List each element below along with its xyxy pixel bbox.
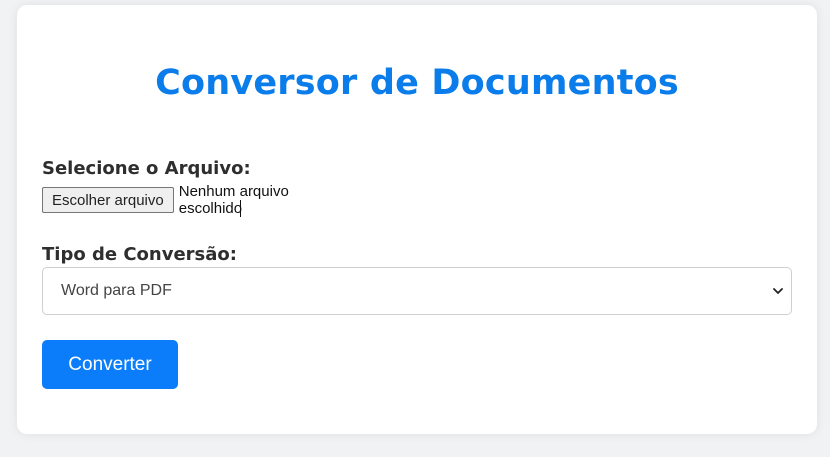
file-input[interactable]: Escolher arquivo Nenhum arquivo escolhid…	[42, 183, 355, 218]
file-status-text: Nenhum arquivo escolhido	[178, 182, 289, 218]
chevron-down-icon	[773, 288, 783, 294]
conversion-type-select[interactable]: Word para PDF	[42, 267, 792, 315]
conversion-type-label: Tipo de Conversão:	[42, 244, 237, 265]
converter-card: Conversor de Documentos Selecione o Arqu…	[17, 5, 817, 434]
page-title: Conversor de Documentos	[155, 63, 679, 103]
conversion-type-value: Word para PDF	[61, 282, 172, 299]
choose-file-button[interactable]: Escolher arquivo	[42, 187, 174, 213]
convert-button[interactable]: Converter	[42, 340, 178, 389]
text-cursor	[240, 200, 242, 218]
file-label: Selecione o Arquivo:	[42, 158, 251, 179]
